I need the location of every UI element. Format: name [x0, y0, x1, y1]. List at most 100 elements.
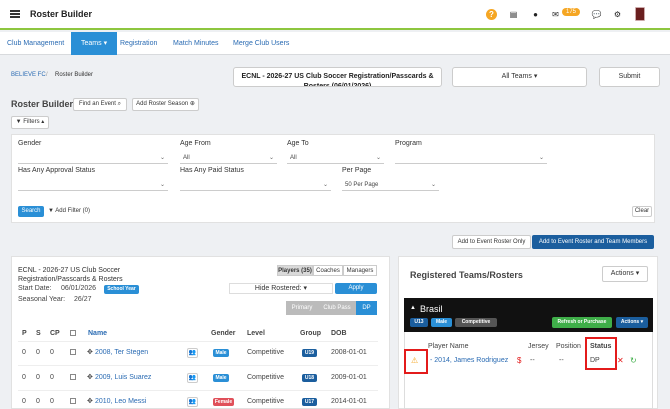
paid-select[interactable]: ⌄	[180, 179, 331, 191]
age-from-select[interactable]: All ⌄	[180, 152, 277, 164]
row3-checkbox[interactable]	[70, 398, 76, 404]
filter-icon: ▼	[48, 208, 54, 214]
row-divider	[18, 390, 378, 391]
search-button[interactable]: Search	[18, 206, 44, 217]
season-select[interactable]: ECNL - 2026-27 US Club Soccer Registrati…	[233, 67, 442, 87]
remove-icon[interactable]: ✕	[617, 356, 624, 365]
col-name[interactable]: Name	[88, 330, 107, 337]
row1-gender-badge: Male	[213, 349, 229, 357]
per-page-select[interactable]: 50 Per Page ⌄	[342, 179, 439, 191]
breadcrumb-club[interactable]: BELIEVE FC	[11, 72, 46, 78]
tab-club-pass[interactable]: Club Pass	[318, 301, 356, 315]
school-year-badge: School Year	[104, 285, 139, 294]
age-from-label: Age From	[180, 140, 211, 147]
filter-icon: ▼	[15, 119, 22, 125]
approval-select[interactable]: ⌄	[18, 179, 168, 191]
row3-level: Competitive	[247, 398, 284, 405]
drag-handle-icon[interactable]: ✥	[87, 373, 93, 381]
roster-jersey: --	[530, 357, 535, 364]
add-roster-season-button[interactable]: Add Roster Season ⊕	[132, 98, 199, 111]
row1-checkbox[interactable]	[70, 349, 76, 355]
add-filter-button[interactable]: ▼ Add Filter (0)	[48, 208, 90, 214]
gear-icon[interactable]: ⚙	[612, 9, 623, 20]
tab-coaches[interactable]: Coaches	[313, 265, 343, 276]
team-members-icon[interactable]: 👥	[187, 373, 198, 383]
teams-select[interactable]: All Teams ▾	[452, 67, 587, 87]
program-select[interactable]: ⌄	[395, 152, 547, 164]
row3-cp: 0	[50, 398, 54, 405]
seasonal-year-label: Seasonal Year:	[18, 296, 66, 303]
actions-button[interactable]: Actions ▾	[602, 266, 648, 282]
team-actions-button[interactable]: Actions ▾	[616, 317, 648, 328]
gender-select[interactable]: ⌄	[18, 152, 168, 164]
per-page-label: Per Page	[342, 167, 372, 174]
nav-club-management[interactable]: Club Management	[3, 32, 68, 55]
row-divider	[18, 365, 378, 366]
row3-dob: 2014-01-01	[331, 398, 367, 405]
apply-button[interactable]: Apply	[335, 283, 377, 294]
club-crest-icon[interactable]	[635, 7, 645, 21]
left-title-line1: ECNL - 2026-27 US Club Soccer	[18, 267, 121, 274]
breadcrumb-separator: /	[46, 72, 48, 78]
col-position: Position	[556, 343, 581, 350]
add-event-roster-only-button[interactable]: Add to Event Roster Only	[452, 235, 531, 249]
submit-button[interactable]: Submit	[599, 67, 660, 87]
seasonal-year-value: 26/27	[74, 296, 92, 303]
row2-p: 0	[22, 374, 26, 381]
refresh-purchase-button[interactable]: Refresh or Purchase	[552, 317, 612, 328]
tab-managers[interactable]: Managers	[343, 265, 377, 276]
drag-handle-icon[interactable]: ✥	[87, 397, 93, 405]
add-event-roster-team-members-button[interactable]: Add to Event Roster and Team Members	[532, 235, 654, 249]
drag-handle-icon[interactable]: ✥	[87, 348, 93, 356]
row1-p: 0	[22, 349, 26, 356]
refresh-icon[interactable]: ↻	[630, 356, 637, 365]
tab-primary[interactable]: Primary	[286, 301, 318, 315]
row2-dob: 2009-01-01	[331, 374, 367, 381]
search-icon: ⌕	[117, 101, 122, 107]
user-icon[interactable]: ●	[530, 9, 541, 20]
chat-icon[interactable]: 💬	[591, 9, 602, 20]
find-event-button[interactable]: Find an Event ⌕	[73, 98, 127, 111]
clear-button[interactable]: Clear	[632, 206, 652, 217]
menu-icon[interactable]	[10, 10, 20, 18]
tab-dp[interactable]: DP	[356, 301, 377, 315]
col-p: P	[22, 330, 27, 337]
page-title: Roster Builder	[11, 99, 74, 109]
filters-button[interactable]: ▼ Filters ▴	[11, 116, 49, 129]
team-name[interactable]: Brasil	[420, 304, 443, 314]
nav-match-minutes[interactable]: Match Minutes	[169, 32, 223, 55]
row1-player-name[interactable]: 2008, Ter Stegen	[95, 349, 148, 356]
tab-players[interactable]: Players (35)	[277, 265, 313, 276]
row2-player-name[interactable]: 2009, Luis Suarez	[95, 374, 151, 381]
row1-cp: 0	[50, 349, 54, 356]
program-label: Program	[395, 140, 422, 147]
nav-teams[interactable]: Teams ▾	[71, 32, 118, 55]
nav-registration[interactable]: Registration	[116, 32, 161, 55]
row2-checkbox[interactable]	[70, 374, 76, 380]
row2-level: Competitive	[247, 374, 284, 381]
team-members-icon[interactable]: 👥	[187, 348, 198, 358]
select-all-checkbox[interactable]	[70, 330, 76, 336]
warning-icon[interactable]: ⚠	[411, 356, 418, 365]
col-level: Level	[247, 330, 265, 337]
col-player-name: Player Name	[428, 343, 469, 350]
nav-merge-club-users[interactable]: Merge Club Users	[229, 32, 293, 55]
paid-label: Has Any Paid Status	[180, 167, 244, 174]
hide-rostered-select[interactable]: Hide Rostered: ▾	[229, 283, 333, 294]
collapse-icon[interactable]: ▲	[410, 305, 416, 311]
help-icon[interactable]: ?	[486, 9, 497, 20]
col-dob: DOB	[331, 330, 347, 337]
row2-gender-badge: Male	[213, 374, 229, 382]
row3-player-name[interactable]: 2010, Leo Messi	[95, 398, 146, 405]
approval-label: Has Any Approval Status	[18, 167, 96, 174]
age-to-select[interactable]: All ⌄	[287, 152, 384, 164]
team-members-icon[interactable]: 👥	[187, 397, 198, 407]
roster-player-name[interactable]: - 2014, James Rodriguez	[430, 357, 508, 364]
mail-icon[interactable]: ✉	[550, 9, 561, 20]
doc-icon[interactable]: ▤	[508, 9, 519, 20]
payment-icon[interactable]: $	[517, 356, 521, 365]
row3-p: 0	[22, 398, 26, 405]
row1-dob: 2008-01-01	[331, 349, 367, 356]
row3-group-badge: U17	[302, 398, 317, 406]
left-title-line2: Registration/Passcards & Rosters	[18, 276, 123, 283]
